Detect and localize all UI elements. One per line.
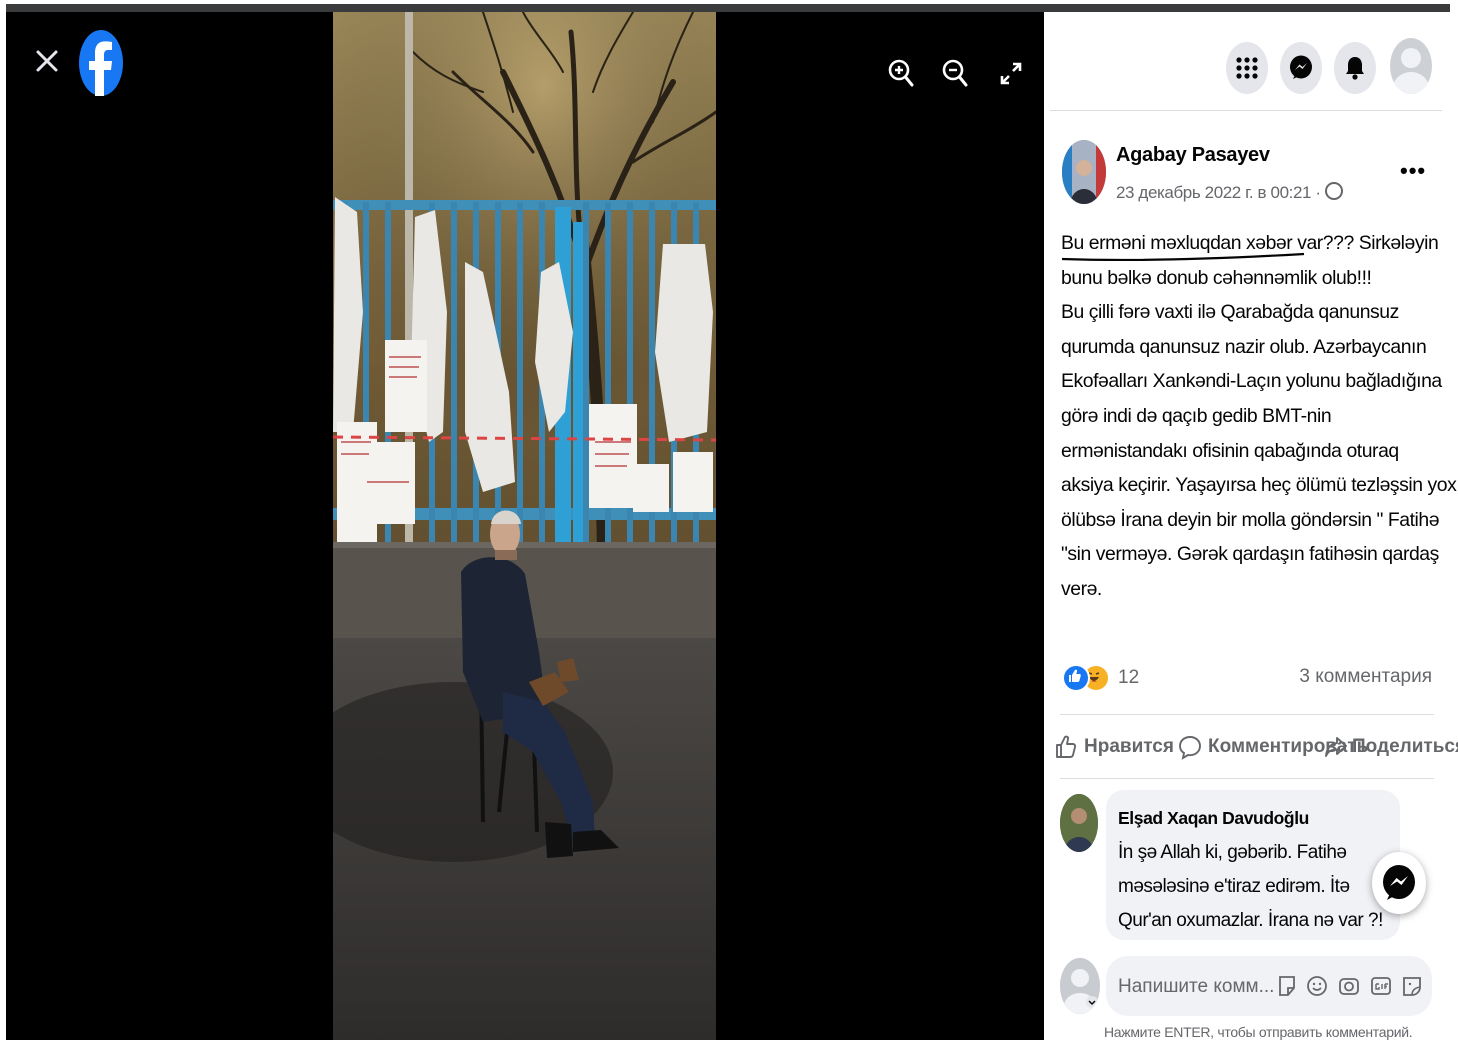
messenger-icon[interactable] <box>1280 42 1322 94</box>
facebook-logo-icon[interactable] <box>78 28 124 98</box>
avatar[interactable] <box>1390 38 1432 94</box>
post-text-line: ermənistandakı ofisinin qabağında oturaq <box>1061 439 1399 462</box>
like-button[interactable]: Нравится <box>1054 734 1174 760</box>
photo-viewer <box>6 12 1044 1040</box>
author-name[interactable]: Agabay Pasayev <box>1116 144 1270 167</box>
author-avatar[interactable] <box>1062 140 1106 204</box>
post-text-line: Ekofəalları Xankəndi-Laçın yolunu bağlad… <box>1061 370 1442 393</box>
post-text-line: bunu bəlkə donub cəhənnəmlik olub!!! <box>1061 266 1372 289</box>
post-text-line: verə. <box>1061 577 1102 600</box>
avatar-sticker-icon[interactable] <box>1401 974 1423 998</box>
handwritten-underline <box>1061 252 1305 262</box>
more-options-icon[interactable]: ••• <box>1400 158 1426 184</box>
reactions-divider <box>1060 714 1434 715</box>
actions-divider <box>1060 778 1434 779</box>
share-icon <box>1325 737 1347 757</box>
post-text-line: Bu çilli fərə vaxti ilə Qarabağda qanuns… <box>1061 301 1399 324</box>
zoom-out-icon[interactable] <box>940 56 970 90</box>
post-text-line: ölübsə İrana deyin bir molla göndərsin "… <box>1061 508 1440 531</box>
comment-text: İn şə Allah ki, gəbərib. Fatihə məsələsi… <box>1118 836 1394 938</box>
comment-text-line: Qur'an oxumazlar. İrana nə var ?! <box>1118 910 1383 931</box>
post-text-line: "sin verməyə. Gərək qardaşın fatihəsin q… <box>1061 543 1439 566</box>
like-reaction-icon <box>1062 664 1090 692</box>
post-timestamp[interactable]: 23 декабрь 2022 г. в 00:21 · <box>1116 182 1343 203</box>
my-avatar[interactable] <box>1060 958 1100 1014</box>
post-text-line: qurumda qanunsuz nazir olub. Azərbaycanı… <box>1061 335 1427 358</box>
comment-composer[interactable] <box>1106 956 1432 1018</box>
gif-icon[interactable] <box>1370 974 1392 998</box>
post-text: Bu erməni məxluqdan xəbər var??? Sirkələ… <box>1061 226 1457 607</box>
comment-text-line: İn şə Allah ki, gəbərib. Fatihə <box>1118 842 1347 863</box>
post-photo[interactable] <box>333 12 716 1040</box>
commenter-name[interactable]: Elşad Xaqan Davudoğlu <box>1118 808 1309 829</box>
post-panel: Agabay Pasayev 23 декабрь 2022 г. в 00:2… <box>1044 12 1458 1040</box>
commenter-avatar[interactable] <box>1060 794 1098 852</box>
messenger-chat-icon <box>1383 865 1415 900</box>
reactions-summary[interactable]: 12 <box>1062 662 1139 694</box>
emoji-icon[interactable] <box>1306 974 1328 998</box>
fullscreen-icon[interactable] <box>996 56 1026 90</box>
camera-icon[interactable] <box>1338 974 1360 998</box>
close-icon[interactable] <box>32 46 62 76</box>
zoom-in-icon[interactable] <box>886 56 916 90</box>
globe-icon <box>1324 182 1343 200</box>
like-icon <box>1056 735 1077 758</box>
menu-grid-icon[interactable] <box>1226 42 1268 94</box>
post-actions: Нравится Комментировать Поделиться <box>1054 734 1458 770</box>
post-text-line: aksiya keçirir. Yaşayırsa heç ölümü tezl… <box>1061 474 1457 497</box>
comment-input[interactable] <box>1116 956 1280 1018</box>
top-border <box>0 0 1458 12</box>
header-divider <box>1050 110 1442 111</box>
post-text-line: görə indi də qaçıb gedib BMT-nin <box>1061 404 1332 427</box>
reactions-count: 12 <box>1118 667 1140 688</box>
messenger-chat-button[interactable] <box>1372 852 1426 914</box>
comment-icon <box>1179 736 1201 760</box>
share-button[interactable]: Поделиться <box>1324 734 1458 760</box>
comments-count[interactable]: 3 комментария <box>1299 666 1432 688</box>
composer-hint: Нажмите ENTER, чтобы отправить комментар… <box>1104 1024 1413 1040</box>
sticker-icon[interactable] <box>1276 974 1298 998</box>
notifications-icon[interactable] <box>1334 42 1376 94</box>
post-date[interactable]: 23 декабрь 2022 г. в 00:21 · <box>1116 183 1321 202</box>
share-label: Поделиться <box>1352 736 1458 757</box>
comment-text-line: məsələsinə e'tiraz edirəm. İtə <box>1118 876 1350 897</box>
like-label: Нравится <box>1084 736 1174 757</box>
